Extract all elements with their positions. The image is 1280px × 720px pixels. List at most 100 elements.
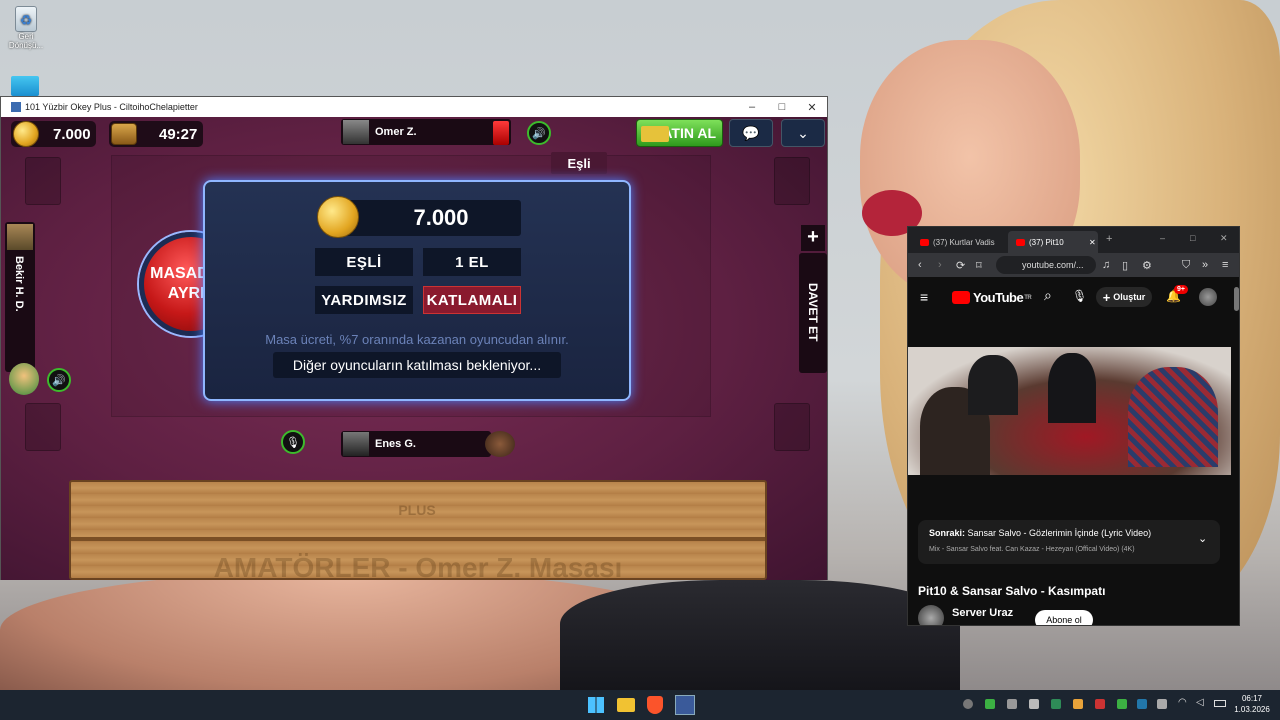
invite-button[interactable]: DAVET ET (799, 253, 827, 373)
tray-icon[interactable] (1137, 699, 1147, 709)
new-tab-button[interactable]: + (1106, 233, 1112, 245)
player-bottom-avatar (343, 432, 369, 456)
tray-icon[interactable] (1029, 699, 1039, 709)
microphone-icon[interactable]: 🎙 (1072, 289, 1087, 303)
invite-label: DAVET ET (806, 283, 820, 342)
player-bottom-name: Enes G. (375, 438, 416, 450)
youtube-logo-text: YouTube (973, 290, 1024, 305)
coin-icon (13, 121, 39, 147)
player-top-name: Omer Z. (375, 126, 417, 138)
desktop-shortcut-icon[interactable] (11, 76, 39, 96)
back-icon[interactable]: ‹ (918, 259, 922, 271)
hamburger-menu-icon[interactable]: ≡ (920, 289, 928, 305)
search-icon[interactable]: ⌕ (1044, 287, 1052, 304)
expand-chevron-icon[interactable]: ⌄ (1198, 532, 1207, 545)
tray-icon[interactable] (985, 699, 995, 709)
address-bar[interactable]: youtube.com/... (996, 256, 1096, 274)
treasure-chest-icon (111, 123, 137, 145)
player-bottom[interactable]: Enes G. (341, 431, 491, 457)
maximize-button[interactable]: □ (767, 101, 797, 113)
game-app-icon (11, 102, 21, 112)
menu-dropdown-button[interactable]: ⌄ (781, 119, 825, 147)
volume-icon[interactable]: ◁ (1196, 697, 1204, 708)
address-bar-url: youtube.com/... (1022, 260, 1084, 270)
coin-amount: 7.000 (53, 125, 91, 143)
create-button[interactable]: + Oluştur (1096, 287, 1152, 307)
option-mode: KATLAMALI (423, 286, 521, 314)
up-next-card[interactable]: Sonraki: Sansar Salvo - Gözlerimin İçind… (918, 520, 1220, 564)
shield-icon[interactable]: ⛉ (1182, 259, 1190, 272)
tile-rack[interactable]: PLUS AMATÖRLER - Omer Z. Masası (69, 480, 767, 580)
subscribe-button[interactable]: Abone ol (1035, 610, 1093, 625)
tray-icon[interactable] (1007, 699, 1017, 709)
browser-tab-1[interactable]: (37) Kurtlar Vadis (912, 231, 1004, 253)
browser-maximize-button[interactable]: □ (1190, 233, 1195, 243)
player-left-sound-button[interactable]: 🔊 (47, 368, 71, 392)
discard-slot[interactable] (774, 157, 810, 205)
minimize-button[interactable]: – (737, 101, 767, 113)
notification-badge: 9+ (1174, 285, 1188, 294)
discard-slot[interactable] (25, 157, 61, 205)
chat-button[interactable]: 💬 (729, 119, 773, 147)
battery-icon[interactable] (1214, 700, 1226, 707)
player-top[interactable]: Omer Z. (341, 119, 511, 145)
okey-game-taskbar-icon[interactable] (675, 695, 695, 715)
partner-tag-label: Eşli (567, 155, 591, 171)
tray-icon[interactable] (1117, 699, 1127, 709)
subscribe-label: Abone ol (1046, 615, 1082, 625)
tray-icon[interactable] (1095, 699, 1105, 709)
player-left[interactable]: Bekir H. D. (5, 222, 35, 372)
video-player[interactable] (908, 347, 1231, 475)
file-explorer-icon[interactable] (617, 698, 635, 712)
brave-browser-icon[interactable] (647, 696, 663, 714)
youtube-play-icon (952, 291, 970, 304)
browser-menu-icon[interactable]: ≡ (1222, 259, 1228, 271)
reload-icon[interactable]: ⟳ (956, 259, 965, 272)
recycle-bin-label: Geri Dönüşü... (8, 32, 44, 50)
recycle-bin-icon[interactable]: ♻ Geri Dönüşü... (4, 6, 48, 50)
browser-minimize-button[interactable]: – (1160, 233, 1165, 243)
tab-close-icon[interactable]: ✕ (1089, 238, 1096, 247)
overflow-chevron-icon[interactable]: » (1202, 259, 1208, 271)
forward-icon[interactable]: › (938, 259, 942, 271)
browser-tab-2[interactable]: (37) Pit10 ✕ (1008, 231, 1098, 253)
discard-slot[interactable] (774, 403, 810, 451)
start-windows-icon[interactable] (588, 697, 604, 713)
sidebar-icon[interactable]: ▯ (1122, 259, 1128, 272)
option-help: YARDIMSIZ (315, 286, 413, 314)
option-rounds-label: 1 EL (455, 253, 489, 271)
tray-icon[interactable] (1051, 699, 1061, 709)
browser-close-button[interactable]: ✕ (1220, 233, 1228, 244)
extensions-icon[interactable]: ⚙ (1142, 259, 1152, 272)
rack-logo: PLUS (398, 502, 436, 518)
channel-avatar[interactable] (918, 605, 944, 625)
channel-name[interactable]: Server Uraz (952, 607, 1013, 619)
tray-icon[interactable] (1073, 699, 1083, 709)
video-title: Pit10 & Sansar Salvo - Kasımpatı (918, 584, 1106, 598)
up-next-title: Sansar Salvo - Gözlerimin İçinde (Lyric … (967, 528, 1152, 538)
wifi-icon[interactable]: ◠ (1178, 697, 1187, 708)
tray-icon[interactable] (1157, 699, 1167, 709)
buy-button[interactable]: SATIN AL (636, 119, 723, 147)
media-control-icon[interactable]: ♫ (1102, 259, 1110, 271)
discard-slot[interactable] (25, 403, 61, 451)
microphone-button[interactable]: 🎙 (281, 430, 305, 454)
account-avatar[interactable] (1199, 288, 1217, 306)
add-player-button[interactable]: + (801, 225, 825, 251)
up-next-line: Sonraki: Sansar Salvo - Gözlerimin İçind… (929, 528, 1151, 538)
tray-icon[interactable] (963, 699, 973, 709)
youtube-logo[interactable]: YouTube TR (952, 290, 1032, 305)
scrollbar[interactable] (1234, 287, 1239, 311)
close-button[interactable]: ✕ (797, 101, 827, 114)
bookmark-icon[interactable]: ⌑ (976, 259, 982, 272)
clock[interactable]: 06:17 1.03.2026 (1228, 693, 1276, 715)
player-top-sound-button[interactable]: 🔊 (527, 121, 551, 145)
clock-time: 06:17 (1241, 694, 1263, 703)
game-table: 7.000 49:27 Omer Z. 🔊 SATIN AL 💬 ⌄ Eşli … (1, 117, 827, 580)
browser-window: (37) Kurtlar Vadis (37) Pit10 ✕ + – □ ✕ … (907, 226, 1240, 626)
video-person (1048, 353, 1096, 423)
browser-tab-1-title: (37) Kurtlar Vadis (933, 237, 995, 247)
clock-date: 1.03.2026 (1234, 705, 1270, 714)
option-partner: EŞLİ (315, 248, 413, 276)
video-person (1128, 367, 1218, 467)
